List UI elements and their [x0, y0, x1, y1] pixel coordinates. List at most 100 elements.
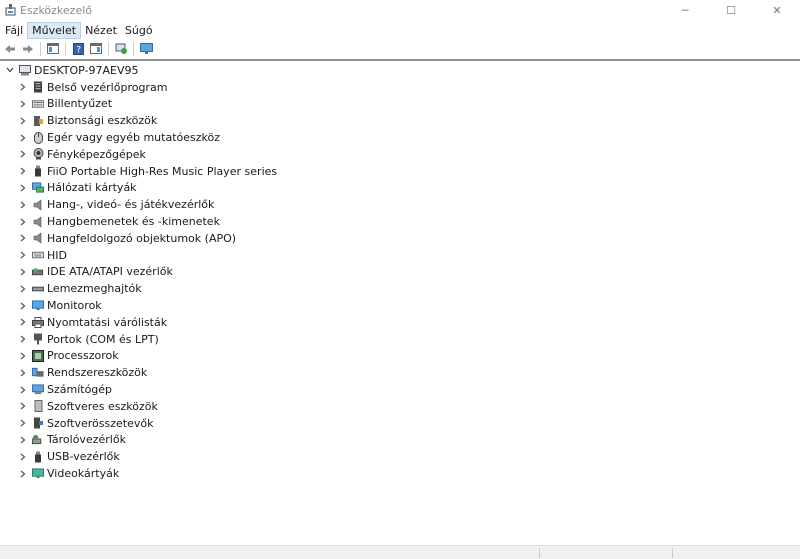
tree-item[interactable]: Videokártyák: [0, 465, 800, 482]
maximize-button[interactable]: ☐: [708, 0, 754, 20]
chevron-right-icon[interactable]: [18, 451, 28, 463]
close-button[interactable]: ✕: [754, 0, 800, 20]
tree-item[interactable]: Tárolóvezérlők: [0, 432, 800, 449]
chevron-right-icon[interactable]: [18, 148, 28, 160]
processor-icon: [32, 349, 44, 362]
chevron-right-icon[interactable]: [18, 266, 28, 278]
tree-item[interactable]: IDE ATA/ATAPI vezérlők: [0, 264, 800, 281]
toolbar-separator: [65, 41, 66, 56]
scan-for-hardware-changes-button[interactable]: [112, 41, 130, 57]
device-tree[interactable]: DESKTOP-97AEV95 Belső vezérlőprogram Bill…: [0, 62, 800, 482]
storage-controller-icon: [32, 434, 44, 446]
tree-item[interactable]: Lemezmeghajtók: [0, 280, 800, 297]
tree-item-label: Lemezmeghajtók: [47, 282, 142, 296]
status-bar: [0, 545, 800, 559]
chevron-right-icon[interactable]: [18, 98, 28, 110]
tree-item-label: FiiO Portable High-Res Music Player seri…: [47, 164, 278, 178]
svg-text:?: ?: [76, 45, 81, 55]
back-arrow-icon: [5, 44, 15, 53]
toolbar-separator: [133, 41, 134, 56]
chevron-right-icon[interactable]: [18, 384, 28, 396]
display-devices-button[interactable]: [137, 41, 155, 57]
menu-action[interactable]: Művelet: [27, 22, 82, 39]
chevron-right-icon[interactable]: [18, 216, 28, 228]
tree-item[interactable]: FiiO Portable High-Res Music Player seri…: [0, 163, 800, 180]
tree-root[interactable]: DESKTOP-97AEV95: [0, 62, 800, 79]
status-separator: [539, 548, 540, 558]
tree-item[interactable]: HID: [0, 247, 800, 264]
tree-item-label: Monitorok: [47, 299, 102, 313]
tree-item-label: Hangfeldolgozó objektumok (APO): [47, 231, 237, 245]
chevron-right-icon[interactable]: [18, 300, 28, 312]
chevron-right-icon[interactable]: [18, 468, 28, 480]
forward-button[interactable]: [19, 41, 37, 57]
tree-item[interactable]: Rendszereszközök: [0, 364, 800, 381]
tree-item[interactable]: Fényképezőgépek: [0, 146, 800, 163]
show-hide-console-tree-button[interactable]: [44, 41, 62, 57]
tree-item[interactable]: Processzorok: [0, 348, 800, 365]
help-button[interactable]: ?: [69, 41, 87, 57]
toolbar: ?: [0, 40, 800, 57]
back-button[interactable]: [1, 41, 19, 57]
chevron-right-icon[interactable]: [18, 165, 28, 177]
tree-item[interactable]: Hálózati kártyák: [0, 180, 800, 197]
tree-item[interactable]: Hangbemenetek és -kimenetek: [0, 213, 800, 230]
tree-item[interactable]: Belső vezérlőprogram: [0, 79, 800, 96]
tree-item[interactable]: Nyomtatási várólisták: [0, 314, 800, 331]
tree-item[interactable]: Hang-, videó- és játékvezérlők: [0, 196, 800, 213]
chevron-right-icon[interactable]: [18, 81, 28, 93]
tree-item[interactable]: Monitorok: [0, 297, 800, 314]
minimize-button[interactable]: ─: [662, 0, 708, 20]
tree-item[interactable]: Billentyűzet: [0, 96, 800, 113]
chevron-right-icon[interactable]: [18, 115, 28, 127]
tree-item-label: Nyomtatási várólisták: [47, 315, 168, 329]
tree-item[interactable]: Számítógép: [0, 381, 800, 398]
tree-item[interactable]: Portok (COM és LPT): [0, 331, 800, 348]
system-devices-icon: [32, 367, 44, 379]
chevron-right-icon[interactable]: [18, 316, 28, 328]
forward-arrow-icon: [23, 44, 33, 53]
tree-item[interactable]: Hangfeldolgozó objektumok (APO): [0, 230, 800, 247]
printer-icon: [32, 316, 44, 328]
chevron-right-icon[interactable]: [18, 283, 28, 295]
chevron-right-icon[interactable]: [18, 350, 28, 362]
chevron-right-icon[interactable]: [18, 400, 28, 412]
tree-item-label: Videokártyák: [47, 467, 120, 481]
chevron-right-icon[interactable]: [18, 434, 28, 446]
speaker-icon: [32, 199, 44, 211]
tree-item-label: Fényképezőgépek: [47, 147, 146, 161]
window-controls: ─ ☐ ✕: [662, 0, 800, 20]
chevron-right-icon[interactable]: [18, 367, 28, 379]
chevron-right-icon[interactable]: [18, 199, 28, 211]
usb-icon: [32, 451, 44, 463]
chevron-down-icon[interactable]: [5, 64, 15, 76]
toolbar-separator: [108, 41, 109, 56]
properties-icon: [90, 43, 102, 54]
chevron-right-icon[interactable]: [18, 333, 28, 345]
monitor-icon: [32, 300, 44, 312]
chevron-right-icon[interactable]: [18, 232, 28, 244]
tree-item-label: Billentyűzet: [47, 97, 113, 111]
tree-item[interactable]: Biztonsági eszközök: [0, 112, 800, 129]
hid-icon: [32, 249, 44, 261]
menu-help[interactable]: Súgó: [121, 22, 157, 39]
tree-item-label: Tárolóvezérlők: [47, 433, 126, 447]
tree-item[interactable]: Szoftveres eszközök: [0, 398, 800, 415]
tree-item-label: IDE ATA/ATAPI vezérlők: [47, 265, 173, 279]
tree-item[interactable]: USB-vezérlők: [0, 448, 800, 465]
tree-item-label: Hálózati kártyák: [47, 181, 137, 195]
properties-button[interactable]: [87, 41, 105, 57]
display-adapter-icon: [32, 468, 44, 480]
menu-bar: Fájl Művelet Nézet Súgó: [0, 22, 157, 39]
tree-item[interactable]: Egér vagy egyéb mutatóeszköz: [0, 129, 800, 146]
menu-view[interactable]: Nézet: [81, 22, 121, 39]
chevron-right-icon[interactable]: [18, 249, 28, 261]
tree-item-label: Rendszereszközök: [47, 366, 148, 380]
port-icon: [32, 333, 44, 345]
tree-item[interactable]: Szoftverösszetevők: [0, 415, 800, 432]
chevron-right-icon[interactable]: [18, 132, 28, 144]
menu-file[interactable]: Fájl: [1, 22, 27, 39]
chevron-right-icon[interactable]: [18, 182, 28, 194]
chevron-right-icon[interactable]: [18, 417, 28, 429]
ide-controller-icon: [32, 266, 44, 278]
